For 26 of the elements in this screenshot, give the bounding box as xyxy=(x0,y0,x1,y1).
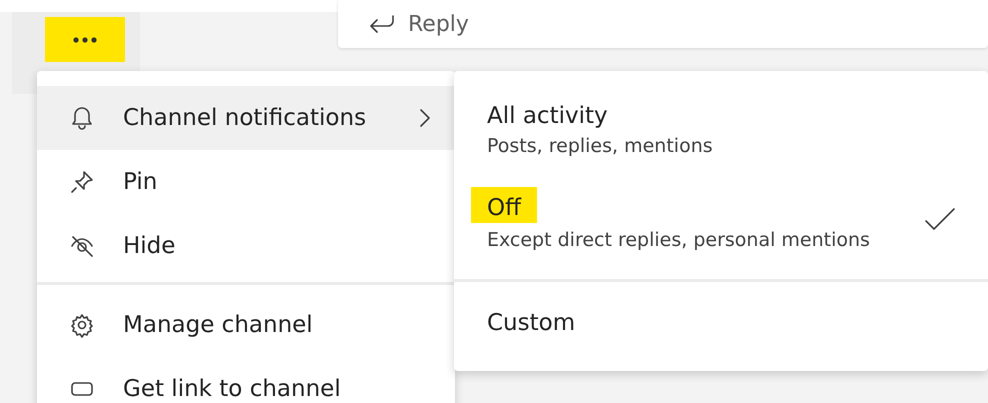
menu-item[interactable]: Channel notifications xyxy=(37,86,455,150)
menu-item[interactable]: Manage channel xyxy=(37,293,455,357)
menu-item-label: Channel notifications xyxy=(123,105,368,131)
menu-item[interactable]: Get link to channel xyxy=(37,357,455,403)
more-icon xyxy=(73,36,97,42)
menu-item-label: Get link to channel xyxy=(123,376,342,402)
menu-item[interactable]: Pin xyxy=(37,150,455,214)
hidden-eye-icon xyxy=(69,233,95,259)
reply-button[interactable]: Reply xyxy=(338,0,988,48)
settings-icon xyxy=(69,312,95,338)
reply-arrow-icon xyxy=(368,14,396,34)
option-description: Except direct replies, personal mentions xyxy=(487,229,870,251)
menu-item[interactable]: Hide xyxy=(37,214,455,278)
menu-item-label: Pin xyxy=(123,169,158,195)
menu-item-label: Hide xyxy=(123,233,176,259)
bell-icon xyxy=(69,105,95,131)
menu-item-label: Manage channel xyxy=(123,312,314,338)
more-button[interactable] xyxy=(45,17,125,62)
pin-icon xyxy=(69,169,95,195)
submenu-item[interactable]: All activity Posts, replies, mentions xyxy=(454,93,988,177)
option-title: All activity xyxy=(487,103,608,129)
submenu-item[interactable]: Custom xyxy=(454,300,988,356)
option-description: Posts, replies, mentions xyxy=(487,135,713,157)
option-title: Off xyxy=(471,187,537,223)
submenu-item[interactable]: Off Except direct replies, personal mentions xyxy=(454,177,988,271)
option-title: Custom xyxy=(487,310,576,336)
